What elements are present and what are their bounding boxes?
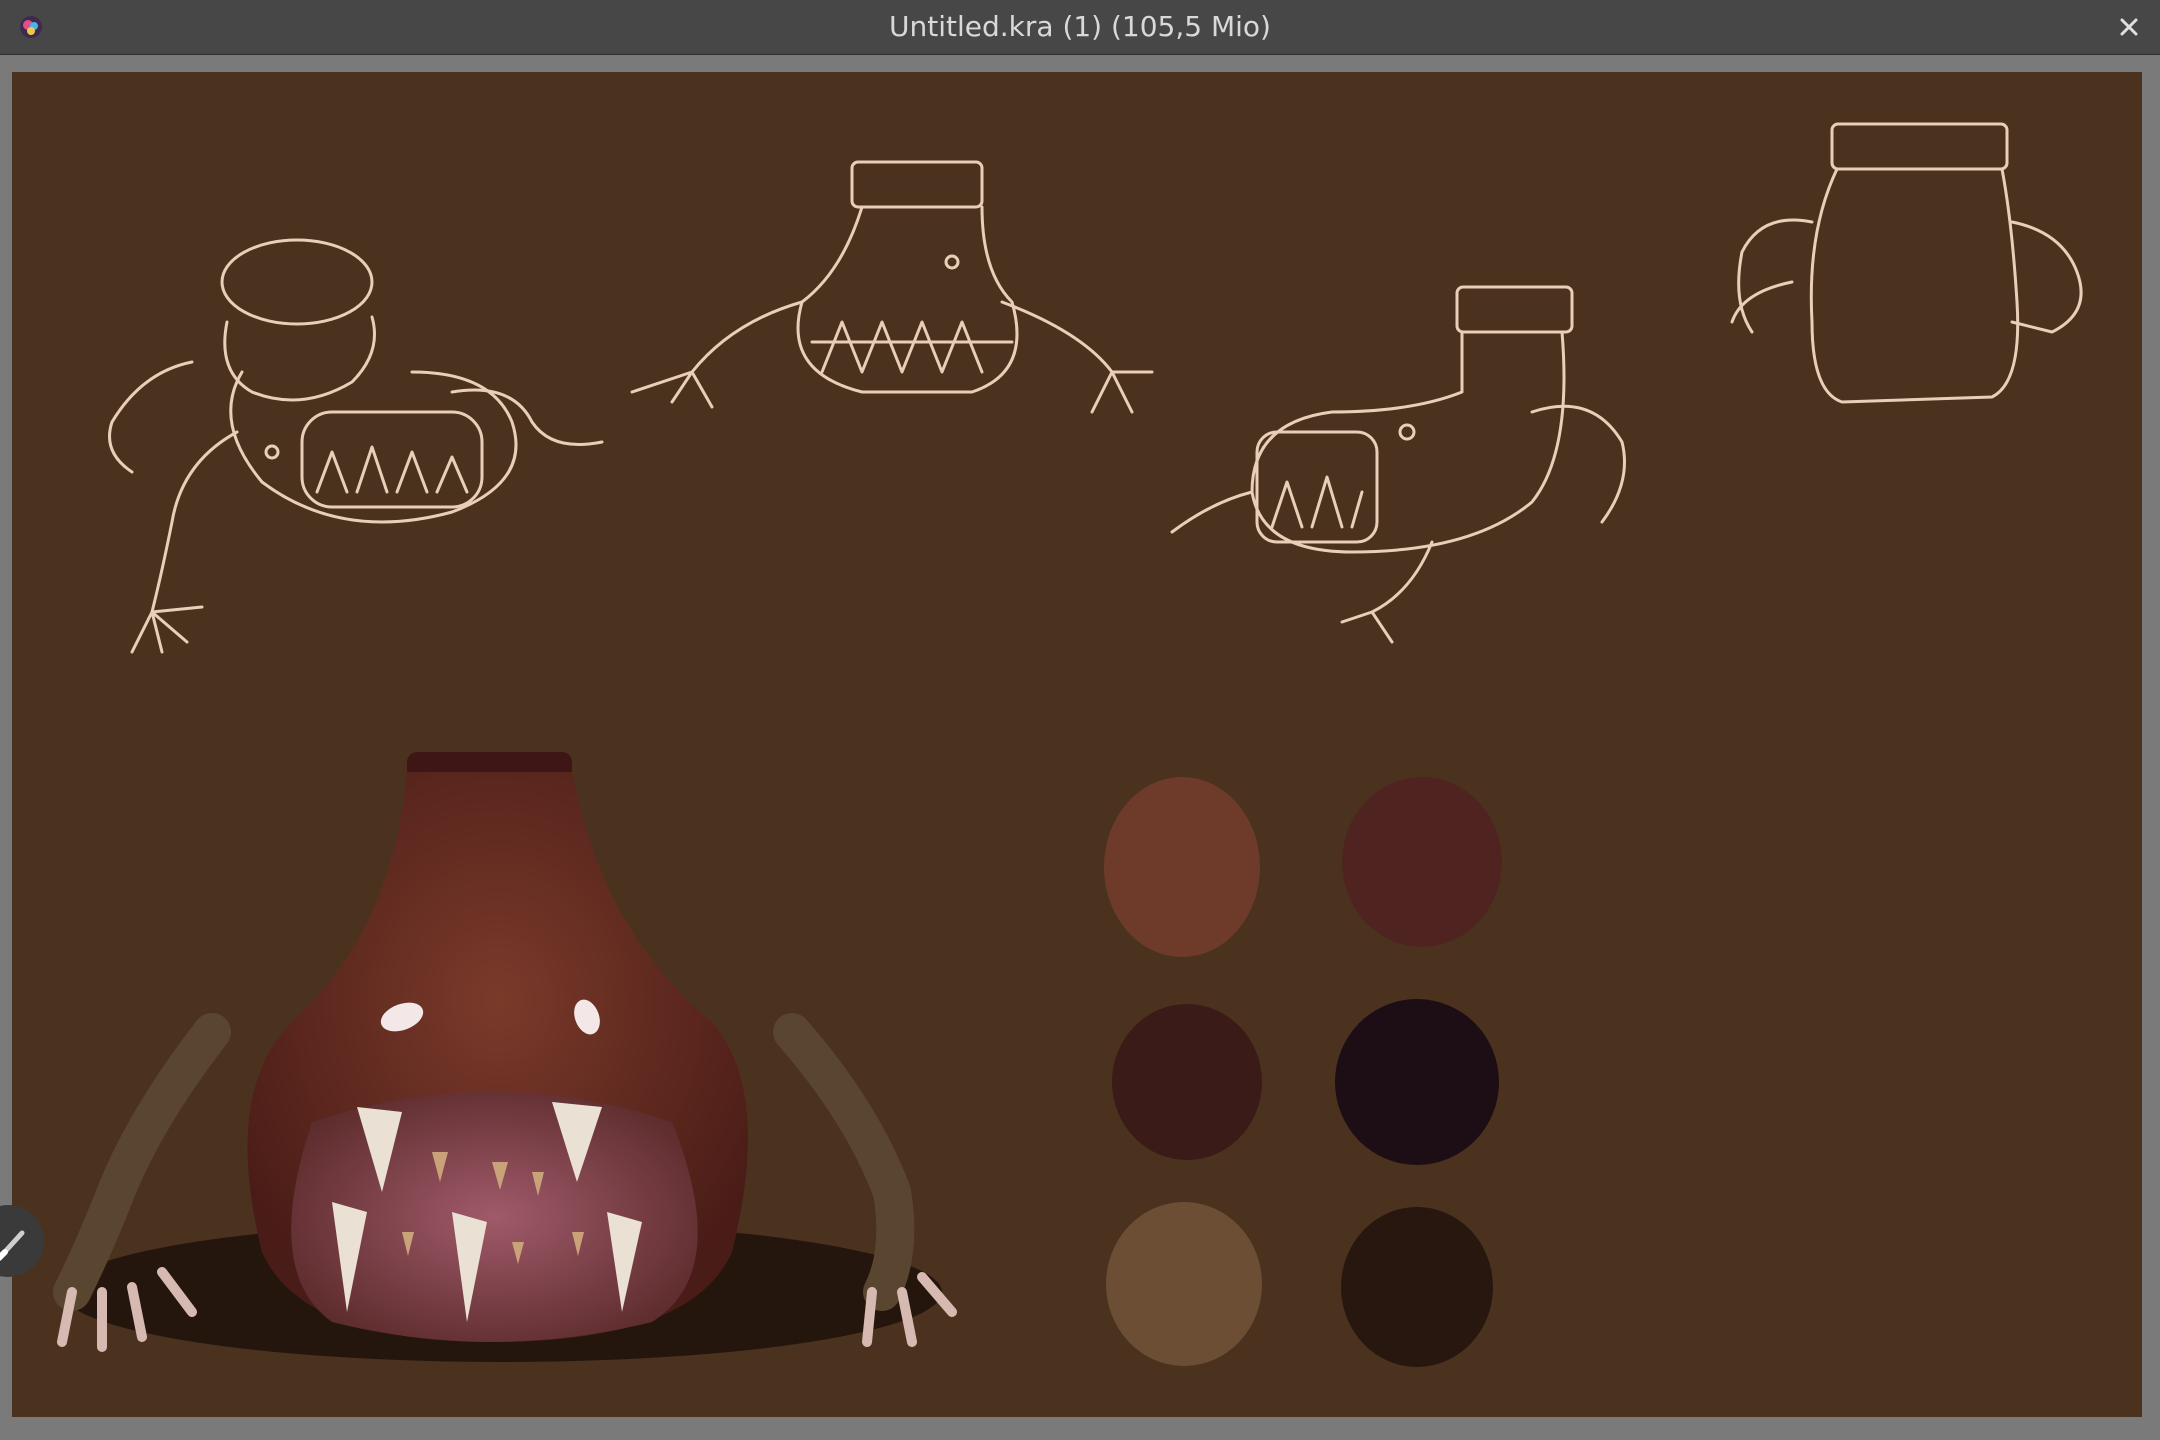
title-bar[interactable]: Untitled.kra (1) (105,5 Mio) [0, 0, 2160, 55]
window-title: Untitled.kra (1) (105,5 Mio) [889, 10, 1271, 43]
app-window: Untitled.kra (1) (105,5 Mio) [0, 0, 2160, 1440]
swatch-6 [1341, 1207, 1493, 1367]
sketch-creature-3 [1170, 285, 1626, 644]
swatch-1 [1104, 777, 1260, 957]
swatch-4 [1335, 999, 1499, 1165]
swatch-5 [1106, 1202, 1262, 1366]
swatch-3 [1112, 1004, 1262, 1160]
sketch-creature-2 [630, 160, 1154, 414]
painted-creature [53, 752, 957, 1362]
brush-icon [0, 1230, 25, 1261]
sketch-creature-4 [1730, 122, 2083, 404]
swatch-2 [1342, 777, 1502, 947]
sketch-creature-1 [108, 238, 604, 654]
color-swatches [1104, 777, 1502, 1367]
drawing-canvas[interactable] [12, 72, 2142, 1417]
floating-tool-button[interactable] [0, 1205, 44, 1277]
artwork [53, 122, 2083, 1367]
close-icon[interactable] [2112, 10, 2146, 44]
